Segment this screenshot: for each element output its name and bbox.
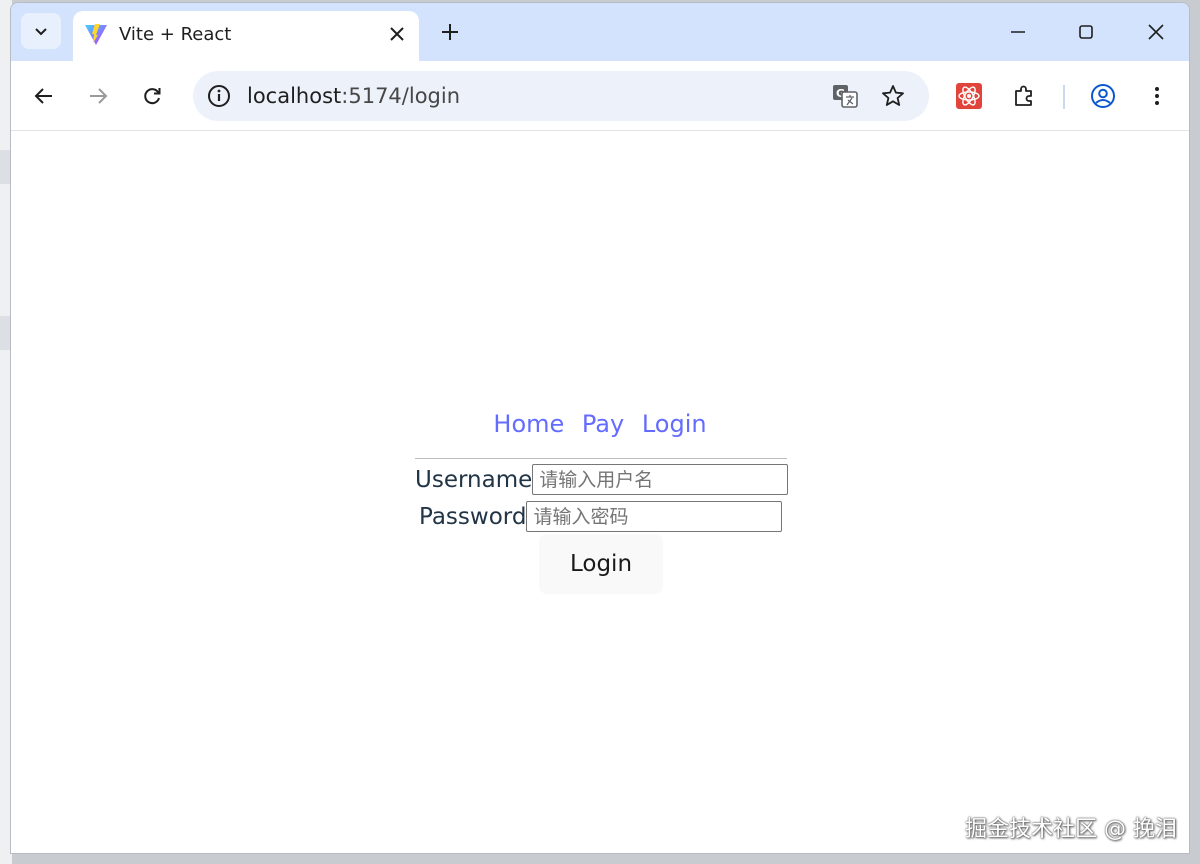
maximize-icon [1079, 25, 1093, 39]
info-icon[interactable] [207, 84, 231, 108]
tab-title: Vite + React [119, 24, 232, 45]
login-button[interactable]: Login [539, 534, 663, 594]
password-input[interactable] [526, 501, 783, 532]
nav-link-login[interactable]: Login [642, 410, 707, 438]
nav-link-home[interactable]: Home [493, 410, 564, 438]
username-input[interactable] [532, 464, 789, 495]
browser-window: Vite + React localhost:5174/login G Home… [10, 2, 1190, 854]
url-path: :5174/login [341, 84, 461, 108]
chevron-down-icon [35, 28, 47, 36]
star-icon [882, 85, 904, 106]
profile-icon [1091, 84, 1115, 108]
reload-button[interactable] [135, 79, 169, 113]
minimize-icon [1011, 31, 1025, 33]
watermark: 掘金技术社区 @ 挽泪 [965, 817, 1177, 842]
password-label: Password [419, 503, 527, 530]
arrow-right-icon [90, 88, 108, 104]
url-host: localhost [247, 84, 342, 108]
plus-icon [442, 24, 458, 40]
react-devtools-extension[interactable] [952, 79, 986, 113]
url-text[interactable]: localhost:5174/login [247, 84, 460, 108]
react-devtools-icon [956, 83, 982, 109]
arrow-left-icon [34, 88, 52, 104]
maximize-button[interactable] [1071, 17, 1101, 47]
back-button[interactable] [27, 79, 61, 113]
divider [415, 458, 787, 459]
translate-icon: G [833, 85, 858, 108]
bookmark-button[interactable] [877, 80, 909, 112]
window-close-button[interactable] [1141, 17, 1171, 47]
reload-icon [144, 88, 161, 105]
profile-button[interactable] [1086, 79, 1120, 113]
password-row: Password [419, 501, 783, 532]
page-viewport: Home Pay Login Username Password Login 掘… [11, 132, 1189, 853]
app-nav: Home Pay Login [11, 410, 1189, 438]
username-row: Username [415, 464, 789, 495]
close-icon [390, 27, 404, 41]
browser-toolbar: localhost:5174/login G [11, 61, 1189, 131]
toolbar-divider [1063, 85, 1065, 109]
tab-close-button[interactable] [385, 22, 409, 46]
address-bar[interactable]: localhost:5174/login G [193, 71, 929, 121]
menu-button[interactable] [1140, 79, 1174, 113]
tab-search-button[interactable] [21, 13, 61, 49]
username-label: Username [415, 466, 533, 493]
forward-button[interactable] [81, 79, 115, 113]
close-icon [1148, 24, 1164, 40]
nav-link-pay[interactable]: Pay [582, 410, 624, 438]
minimize-button[interactable] [1003, 17, 1033, 47]
tab-strip: Vite + React [11, 3, 1189, 61]
extensions-button[interactable] [1007, 79, 1041, 113]
active-tab[interactable]: Vite + React [73, 11, 419, 61]
more-vertical-icon [1155, 87, 1159, 105]
translate-button[interactable]: G [829, 80, 861, 112]
new-tab-button[interactable] [435, 17, 465, 47]
puzzle-icon [1015, 85, 1032, 106]
vite-logo-icon [85, 24, 107, 45]
